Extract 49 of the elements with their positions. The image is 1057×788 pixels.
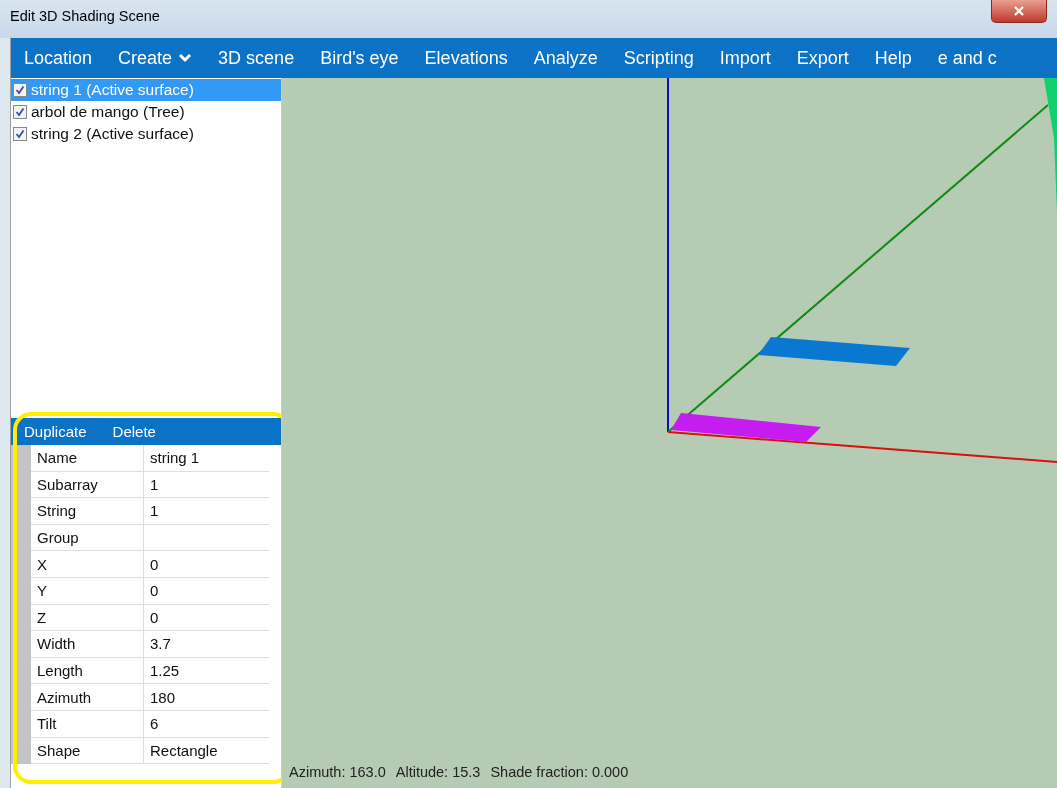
menu-item[interactable]: Analyze: [520, 38, 611, 78]
close-icon: [1013, 6, 1025, 16]
chevron-down-icon: [178, 53, 193, 63]
menu-item[interactable]: e and c: [924, 38, 1010, 78]
menu-item[interactable]: Scripting: [610, 38, 707, 78]
checkbox[interactable]: [13, 105, 27, 119]
menu-item[interactable]: 3D scene: [205, 38, 308, 78]
checkbox[interactable]: [13, 83, 27, 97]
property-name: Length: [31, 657, 144, 685]
close-button[interactable]: [991, 0, 1047, 23]
property-value[interactable]: 1: [144, 498, 269, 525]
property-value[interactable]: 0: [144, 604, 269, 632]
property-name: Width: [31, 631, 144, 658]
property-name: Y: [31, 577, 144, 605]
property-value[interactable]: 3.7: [144, 631, 269, 658]
property-value[interactable]: 180: [144, 684, 269, 711]
menu-dropdown[interactable]: Create: [105, 38, 206, 78]
property-name: Shape: [31, 737, 144, 765]
action-link[interactable]: Delete: [112, 423, 156, 440]
property-name: Tilt: [31, 710, 144, 738]
property-value[interactable]: 1.25: [144, 657, 269, 685]
property-value[interactable]: Rectangle: [144, 737, 269, 765]
menu-item[interactable]: Elevations: [411, 38, 521, 78]
object-list-item[interactable]: arbol de mango (Tree): [11, 101, 281, 123]
property-value[interactable]: 0: [144, 551, 269, 578]
status-text: Azimuth: 163.0: [289, 764, 386, 780]
menu-item[interactable]: Bird's eye: [307, 38, 412, 78]
property-name: Azimuth: [31, 684, 144, 711]
property-value[interactable]: 1: [144, 471, 269, 499]
property-name: X: [31, 551, 144, 578]
menu-item[interactable]: Location: [11, 38, 106, 78]
property-value[interactable]: 6: [144, 710, 269, 738]
property-name: String: [31, 498, 144, 525]
action-link[interactable]: Duplicate: [24, 423, 87, 440]
property-value[interactable]: string 1: [144, 445, 269, 472]
property-value[interactable]: 0: [144, 577, 269, 605]
status-text: Shade fraction: 0.000: [490, 764, 629, 780]
menu-item[interactable]: Export: [783, 38, 862, 78]
window-title: Edit 3D Shading Scene: [9, 7, 160, 24]
property-name: Z: [31, 604, 144, 632]
status-text: Altitude: 15.3: [395, 764, 481, 780]
property-name: Subarray: [31, 471, 144, 499]
menu-item[interactable]: Help: [861, 38, 925, 78]
object-list-item[interactable]: string 2 (Active surface): [11, 123, 281, 145]
property-name: Name: [31, 445, 144, 472]
menu-item[interactable]: Import: [706, 38, 784, 78]
checkbox[interactable]: [13, 127, 27, 141]
object-list-item[interactable]: string 1 (Active surface): [11, 79, 281, 101]
property-name: Group: [31, 524, 144, 552]
